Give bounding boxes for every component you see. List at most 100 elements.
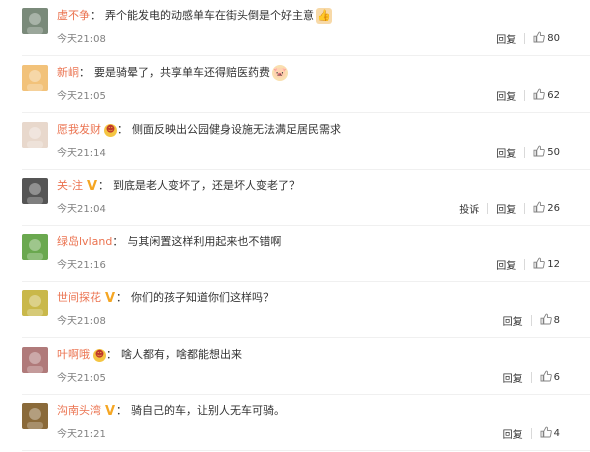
avatar[interactable]	[22, 122, 48, 148]
row-divider	[22, 450, 590, 451]
comment-actions: 回复 8	[503, 312, 560, 328]
comment-actions: 回复 4	[503, 425, 560, 441]
avatar[interactable]	[22, 178, 48, 204]
action-divider	[524, 32, 526, 44]
action-divider	[530, 371, 532, 383]
username-link[interactable]: 沟南头湾	[57, 403, 101, 419]
comment-text: 要是骑晕了，共享单车还得赔医药费	[94, 66, 270, 79]
comment-time: 今天21:21	[57, 429, 106, 440]
like-button[interactable]: 80	[533, 31, 560, 46]
verified-v-icon: V	[104, 290, 116, 306]
like-count: 80	[547, 32, 560, 44]
like-button[interactable]: 4	[540, 426, 560, 441]
action-divider	[530, 427, 532, 439]
action-divider	[487, 202, 489, 214]
username-link[interactable]: 虚不争	[57, 8, 90, 24]
colon-separator: ：	[112, 235, 124, 248]
thumbs-up-icon	[540, 426, 554, 441]
row-divider	[22, 337, 590, 338]
action-divider	[530, 314, 532, 326]
thumbs-up-icon	[533, 88, 547, 103]
comment-time: 今天21:08	[57, 316, 106, 327]
like-button[interactable]: 26	[533, 201, 560, 216]
username-link[interactable]: 新峒	[57, 65, 79, 81]
comment-item: 绿岛lvland ： 与其闲置这样利用起来也不错啊 今天21:16 回复 12	[0, 226, 590, 282]
like-count: 12	[547, 258, 560, 270]
avatar-image	[22, 347, 48, 373]
comment-text: 骑自己的车，让别人无车可骑。	[131, 404, 285, 417]
colon-separator: ：	[106, 348, 117, 361]
username-link[interactable]: 愿我发财	[57, 122, 101, 138]
username-link[interactable]: 关-注	[57, 178, 83, 194]
avatar[interactable]	[22, 347, 48, 373]
thumbs-up-icon	[533, 31, 547, 46]
comment-actions: 回复 6	[503, 369, 560, 385]
member-crown-icon: ☻	[93, 348, 106, 362]
action-divider	[524, 202, 526, 214]
verified-v-icon: V	[86, 178, 98, 194]
member-crown-icon: ☻	[104, 123, 117, 137]
comment-item: 新峒 ： 要是骑晕了，共享单车还得赔医药费 🐷 今天21:05 回复 62	[0, 57, 590, 113]
like-button[interactable]: 62	[533, 88, 560, 103]
report-button[interactable]: 投诉	[459, 201, 479, 216]
comment-time: 今天21:05	[57, 373, 106, 384]
username-link[interactable]: 叶啊哦	[57, 347, 90, 363]
reply-button[interactable]: 回复	[496, 201, 516, 216]
comment-actions: 回复 62	[496, 87, 560, 103]
avatar[interactable]	[22, 8, 48, 34]
reply-button[interactable]: 回复	[496, 145, 516, 160]
comment-text: 你们的孩子知道你们这样吗？	[131, 291, 274, 304]
reply-button[interactable]: 回复	[503, 370, 523, 385]
like-button[interactable]: 8	[540, 313, 560, 328]
comment-actions: 回复 50	[496, 144, 560, 160]
like-button[interactable]: 50	[533, 145, 560, 160]
comment-item: 愿我发财 ☻ ： 侧面反映出公园健身设施无法满足居民需求 今天21:14 回复 …	[0, 114, 590, 170]
row-divider	[22, 55, 590, 56]
thumbs-up-emoji: 👍	[316, 8, 332, 24]
comment-item: 关-注 V ： 到底是老人变坏了，还是坏人变老了？ 今天21:04 投诉 回复 …	[0, 170, 590, 226]
comment-text: 啥人都有，啥都能想出来	[121, 348, 242, 361]
username-link[interactable]: 世间探花	[57, 290, 101, 306]
like-count: 26	[547, 202, 560, 214]
avatar[interactable]	[22, 403, 48, 429]
colon-separator: ：	[116, 404, 127, 417]
thumbs-up-icon	[540, 313, 554, 328]
action-divider	[524, 89, 526, 101]
comment-time: 今天21:05	[57, 91, 106, 102]
avatar[interactable]	[22, 65, 48, 91]
colon-separator: ：	[97, 179, 109, 192]
like-count: 8	[553, 314, 560, 326]
avatar[interactable]	[22, 234, 48, 260]
comment-actions: 投诉 回复 26	[459, 200, 560, 216]
like-button[interactable]: 6	[540, 370, 560, 385]
action-divider	[524, 258, 526, 270]
avatar-image	[22, 65, 48, 91]
row-divider	[22, 112, 590, 113]
reply-button[interactable]: 回复	[496, 88, 516, 103]
thumbs-up-icon	[533, 145, 547, 160]
comment-time: 今天21:04	[57, 204, 106, 215]
action-divider	[524, 146, 526, 158]
like-count: 50	[547, 146, 560, 158]
pig-face-emoji: 🐷	[272, 65, 288, 81]
avatar-image	[22, 234, 48, 260]
avatar[interactable]	[22, 290, 48, 316]
comment-text: 到底是老人变坏了，还是坏人变老了？	[112, 179, 300, 192]
avatar-image	[22, 122, 48, 148]
comment-actions: 回复 12	[496, 256, 560, 272]
colon-separator: ：	[90, 9, 101, 22]
reply-button[interactable]: 回复	[503, 426, 523, 441]
thumbs-up-icon	[533, 201, 547, 216]
comment-text: 弄个能发电的动感单车在街头倒是个好主意	[105, 9, 314, 22]
username-link[interactable]: 绿岛lvland	[57, 234, 112, 250]
comment-time: 今天21:14	[57, 148, 106, 159]
comment-item: 沟南头湾 V ： 骑自己的车，让别人无车可骑。 今天21:21 回复 4	[0, 395, 590, 451]
comment-time: 今天21:16	[57, 260, 106, 271]
colon-separator: ：	[116, 291, 127, 304]
reply-button[interactable]: 回复	[496, 31, 516, 46]
reply-button[interactable]: 回复	[503, 313, 523, 328]
reply-button[interactable]: 回复	[496, 257, 516, 272]
like-button[interactable]: 12	[533, 257, 560, 272]
colon-separator: ：	[79, 66, 90, 79]
verified-v-icon: V	[104, 403, 116, 419]
